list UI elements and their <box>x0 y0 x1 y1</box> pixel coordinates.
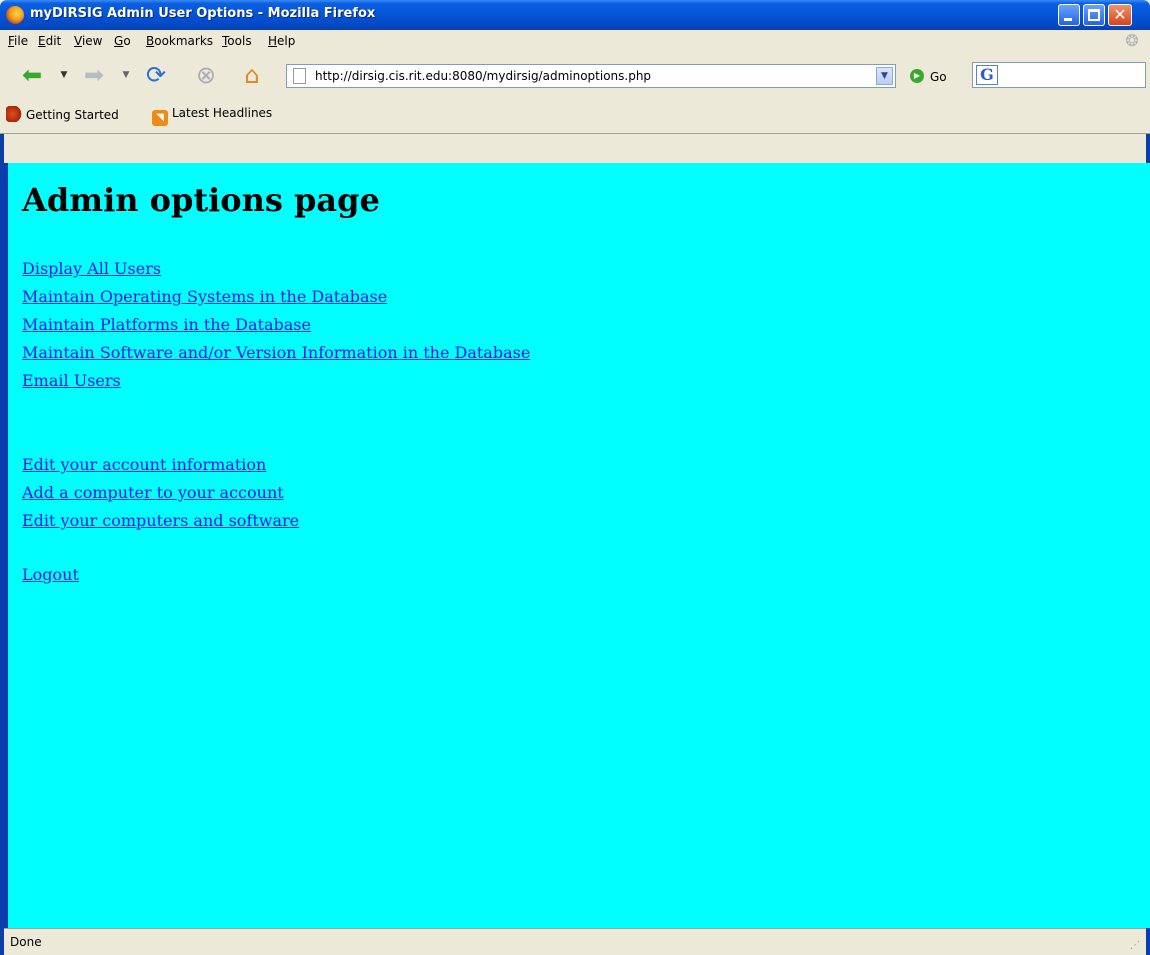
window-title: myDIRSIG Admin User Options - Mozilla Fi… <box>30 6 376 21</box>
google-icon[interactable]: G <box>976 65 998 85</box>
link-edit-computers[interactable]: Edit your computers and software <box>22 511 299 530</box>
menu-go[interactable]: Go <box>114 34 131 48</box>
status-bar: Done ⋰ <box>4 928 1146 955</box>
rss-feed-icon: ◥ <box>152 110 168 126</box>
throbber-icon: ❂ <box>1125 31 1139 50</box>
window-title-bar[interactable]: myDIRSIG Admin User Options - Mozilla Fi… <box>0 0 1150 30</box>
close-button[interactable]: ✕ <box>1108 4 1132 26</box>
getting-started-icon <box>6 106 22 122</box>
address-url[interactable]: http://dirsig.cis.rit.edu:8080/mydirsig/… <box>315 69 651 83</box>
resize-grip-icon[interactable]: ⋰ <box>1130 939 1144 953</box>
bookmark-latest-headlines[interactable]: ◥ Latest Headlines <box>152 106 272 126</box>
link-logout[interactable]: Logout <box>22 565 79 584</box>
close-icon: ✕ <box>1113 5 1127 24</box>
maximize-button[interactable] <box>1083 4 1105 26</box>
address-bar[interactable]: http://dirsig.cis.rit.edu:8080/mydirsig/… <box>286 64 896 88</box>
firefox-icon <box>6 6 24 24</box>
link-email-users[interactable]: Email Users <box>22 371 121 390</box>
menu-tools[interactable]: Tools <box>222 34 252 48</box>
stop-icon[interactable]: ⊗ <box>190 61 222 89</box>
link-maintain-software[interactable]: Maintain Software and/or Version Informa… <box>22 343 530 362</box>
page-title: Admin options page <box>22 181 380 219</box>
forward-arrow-icon[interactable]: ➡ <box>78 61 110 89</box>
bookmark-getting-started[interactable]: Getting Started <box>6 106 119 122</box>
minimize-button[interactable] <box>1058 4 1080 26</box>
menu-view[interactable]: View <box>74 34 102 48</box>
menu-file[interactable]: File <box>8 34 28 48</box>
maximize-icon <box>1088 9 1100 21</box>
bookmarks-toolbar: Getting Started ◥ Latest Headlines <box>0 98 1150 134</box>
status-text: Done <box>10 935 42 949</box>
link-maintain-platforms[interactable]: Maintain Platforms in the Database <box>22 315 311 334</box>
link-display-all-users[interactable]: Display All Users <box>22 259 161 278</box>
back-arrow-icon[interactable]: ⬅ <box>16 61 48 89</box>
page-content: Admin options page Display All Users Mai… <box>8 163 1150 928</box>
navigation-toolbar: ⬅ ▼ ➡ ▼ ⟳ ⊗ ⌂ http://dirsig.cis.rit.edu:… <box>0 52 1150 98</box>
page-icon <box>293 68 306 84</box>
link-edit-account[interactable]: Edit your account information <box>22 455 266 474</box>
menu-edit[interactable]: Edit <box>38 34 61 48</box>
minimize-icon <box>1064 18 1072 21</box>
back-history-dropdown-icon[interactable]: ▼ <box>58 61 70 89</box>
forward-history-dropdown-icon[interactable]: ▼ <box>120 61 132 89</box>
menu-bookmarks[interactable]: Bookmarks <box>146 34 213 48</box>
go-button[interactable]: Go <box>930 70 947 84</box>
menu-help[interactable]: Help <box>268 34 295 48</box>
menu-bar: File Edit View Go Bookmarks Tools Help ❂ <box>0 30 1150 52</box>
link-maintain-operating-systems[interactable]: Maintain Operating Systems in the Databa… <box>22 287 387 306</box>
link-add-computer[interactable]: Add a computer to your account <box>22 483 284 502</box>
reload-icon[interactable]: ⟳ <box>140 61 172 89</box>
go-icon[interactable]: ▶ <box>910 69 924 83</box>
home-icon[interactable]: ⌂ <box>236 61 268 89</box>
url-dropdown-icon[interactable]: ▼ <box>876 67 893 85</box>
search-box[interactable]: G <box>972 62 1146 88</box>
